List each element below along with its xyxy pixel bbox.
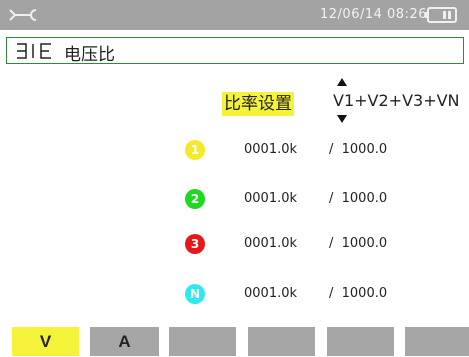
primary-value[interactable]: 0001.0k [244, 286, 297, 301]
battery-icon [425, 7, 457, 23]
secondary-value[interactable]: / 1000.0 [329, 286, 387, 301]
arrow-down-icon[interactable] [337, 115, 347, 123]
secondary-value[interactable]: / 1000.0 [329, 191, 387, 206]
primary-value[interactable]: 0001.0k [244, 142, 297, 157]
status-bar: 12/06/14 08:26 [0, 0, 469, 30]
channel-selection: V1+V2+V3+VN [333, 91, 460, 110]
wrench-icon [9, 9, 37, 21]
ratio-row-n[interactable]: N 0001.0k / 1000.0 [0, 284, 469, 306]
tab-empty-3[interactable] [169, 327, 236, 356]
ratio-row-3[interactable]: 3 0001.0k / 1000.0 [0, 234, 469, 256]
tab-empty-5[interactable] [327, 327, 394, 356]
tab-empty-6[interactable] [405, 327, 469, 356]
ratio-row-1[interactable]: 1 0001.0k / 1000.0 [0, 140, 469, 162]
page-title: 电压比 [64, 45, 115, 65]
secondary-value[interactable]: / 1000.0 [329, 236, 387, 251]
tab-current[interactable]: A [90, 327, 159, 356]
tab-empty-4[interactable] [248, 327, 315, 356]
tab-voltage[interactable]: V [12, 327, 79, 356]
title-bar: 电压比 [6, 37, 464, 65]
channel-badge: 1 [185, 140, 205, 160]
ratio-setting-label[interactable]: 比率设置 [222, 92, 294, 116]
channel-badge: 3 [185, 234, 205, 254]
three-phase-icon [17, 43, 51, 59]
function-tabs: V A [0, 327, 469, 356]
channel-badge: N [185, 284, 205, 304]
primary-value[interactable]: 0001.0k [244, 236, 297, 251]
date-time: 12/06/14 08:26 [320, 7, 427, 22]
channel-selector[interactable]: V1+V2+V3+VN [333, 78, 460, 124]
primary-value[interactable]: 0001.0k [244, 191, 297, 206]
secondary-value[interactable]: / 1000.0 [329, 142, 387, 157]
ratio-row-2[interactable]: 2 0001.0k / 1000.0 [0, 189, 469, 211]
arrow-up-icon[interactable] [337, 78, 347, 86]
channel-badge: 2 [185, 189, 205, 209]
